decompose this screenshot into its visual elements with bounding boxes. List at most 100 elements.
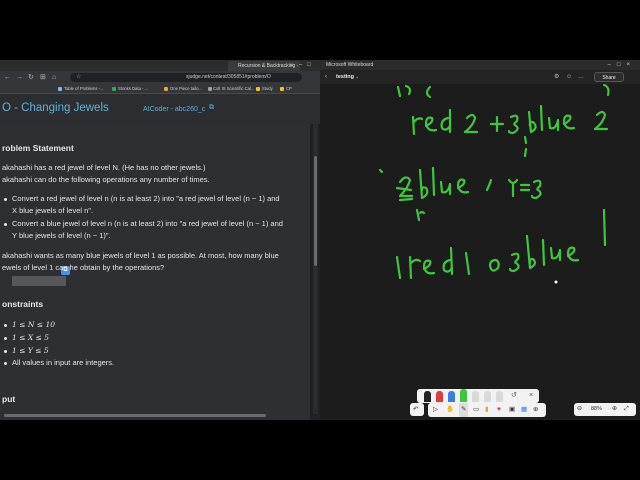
ink-stroke[interactable] [602, 83, 610, 97]
ink-stroke[interactable] [396, 84, 432, 99]
board-name[interactable]: testing [336, 70, 354, 84]
ink-stroke[interactable] [440, 108, 452, 134]
ink-stroke[interactable] [530, 179, 542, 200]
bullet [4, 198, 7, 201]
black-pen-icon[interactable] [424, 391, 431, 402]
ink-stroke[interactable] [549, 246, 562, 262]
ink-stroke[interactable] [422, 259, 436, 275]
zoom-level[interactable]: 88% [591, 403, 602, 416]
image-icon[interactable]: ▣ [509, 403, 515, 417]
goal-line: ewels of level 1 can he obtain by the op… [2, 263, 165, 272]
blue-pen-icon[interactable] [448, 391, 455, 402]
ink-stroke[interactable] [485, 178, 493, 192]
ink-stroke[interactable] [442, 246, 454, 276]
ink-stroke[interactable] [566, 246, 580, 262]
ink-stroke[interactable] [507, 178, 519, 198]
problem-source-link[interactable]: AtCoder - abc260_c [143, 106, 205, 113]
ink-stroke[interactable] [527, 110, 537, 134]
settings-icon[interactable]: ⚙ [554, 70, 559, 84]
user-icon[interactable]: ☺ [566, 70, 572, 84]
scrollbar-thumb[interactable] [314, 156, 317, 266]
bookmark-item[interactable]: Colt IS Scientific Cal... [213, 85, 254, 92]
ink-stroke[interactable] [395, 186, 414, 202]
template-icon[interactable]: ▦ [521, 403, 527, 417]
back-icon[interactable]: ‹ [325, 70, 327, 84]
eraser-icon[interactable] [496, 391, 503, 402]
red-pen-icon[interactable] [436, 391, 443, 402]
ink-stroke[interactable] [602, 208, 607, 247]
undo-icon[interactable]: ↶ [413, 403, 418, 417]
ink-pen-icon[interactable]: ✎ [459, 403, 469, 417]
ink-stroke[interactable] [439, 180, 452, 196]
url-text[interactable]: sjudge.net/contest/305851#problem/O [186, 73, 271, 82]
ink-stroke[interactable] [508, 252, 520, 273]
note-icon[interactable]: ▭ [473, 403, 479, 417]
back-icon[interactable]: ← [4, 71, 11, 84]
ink-stroke[interactable] [378, 168, 384, 174]
app-title: Microsoft Whiteboard [326, 62, 374, 68]
extensions-icon[interactable]: ⊞ [40, 71, 46, 84]
ink-stroke[interactable] [539, 104, 544, 132]
chevron-down-icon[interactable]: ⌄ [355, 70, 359, 84]
whiteboard-window-controls[interactable]: ‒□× [608, 60, 636, 70]
ink-stroke[interactable] [525, 234, 537, 270]
whiteboard-window: Microsoft Whiteboard ‒□× ‹ testing ⌄ ⚙ ☺… [320, 60, 640, 420]
ink-stroke[interactable] [463, 113, 479, 134]
bookmark-item[interactable]: Stonks Data - ... [118, 85, 148, 92]
bookmark-item[interactable]: CP [286, 85, 292, 92]
ink-stroke[interactable] [519, 183, 531, 192]
external-link-icon[interactable]: ⧉ [209, 104, 214, 112]
fit-to-screen-icon[interactable]: ⤢ [624, 403, 629, 416]
constraint-item: 1 ≤ X ≤ 5 [12, 333, 49, 342]
ink-stroke[interactable] [488, 258, 500, 272]
pointer-icon[interactable]: ✋ [446, 403, 454, 417]
pen-icon[interactable] [472, 391, 479, 402]
sticky-note-icon[interactable]: ▮ [485, 403, 489, 417]
zoom-out-icon[interactable]: ⊖ [577, 403, 582, 416]
zoom-in-icon[interactable]: ⊕ [612, 403, 617, 416]
statement-line: akahashi has a red jewel of level N. (He… [2, 163, 206, 172]
forward-icon[interactable]: → [16, 71, 23, 84]
ink-stroke[interactable] [424, 116, 438, 132]
green-pen-icon[interactable] [460, 389, 467, 402]
close-icon[interactable]: × [529, 389, 533, 403]
bookmark-icon [112, 87, 116, 91]
bookmark-item[interactable]: Study [262, 85, 273, 92]
ink-stroke[interactable] [541, 238, 546, 267]
problem-statement-heading: roblem Statement [2, 143, 74, 153]
ink-stroke[interactable] [398, 176, 414, 198]
ink-stroke[interactable] [547, 116, 560, 132]
ink-stroke[interactable] [418, 168, 429, 200]
ink-stroke[interactable] [489, 115, 505, 133]
home-icon[interactable]: ⌂ [52, 71, 56, 84]
ink-stroke[interactable] [523, 135, 528, 158]
lasso-icon[interactable]: ↺ [511, 389, 517, 403]
input-heading: put [2, 394, 16, 404]
operation-1-line: Convert a red jewel of level n (n is at … [12, 194, 280, 203]
ink-stroke[interactable] [408, 255, 422, 280]
ink-stroke[interactable] [395, 255, 402, 280]
ink-stroke[interactable] [593, 110, 609, 131]
more-tools-icon[interactable]: ⊕ [533, 403, 538, 417]
tab-close-icon[interactable]: × [290, 61, 294, 71]
bookmark-item[interactable]: Table of Problems -... [64, 85, 104, 92]
bookmark-star-icon[interactable]: ☆ [76, 73, 81, 82]
reaction-icon[interactable]: ♥ [497, 403, 501, 417]
bookmark-item[interactable]: One Piece tailo... [170, 85, 202, 92]
share-button[interactable]: Share [594, 72, 624, 82]
ink-stroke[interactable] [507, 114, 519, 135]
ink-stroke[interactable] [562, 114, 576, 130]
highlighter-icon[interactable] [484, 391, 491, 402]
bullet [4, 223, 7, 226]
reload-icon[interactable]: ↻ [28, 71, 34, 84]
horizontal-scrollbar[interactable] [4, 414, 266, 417]
ink-stroke[interactable] [456, 178, 470, 194]
more-icon[interactable]: … [578, 70, 584, 84]
ink-stroke[interactable] [411, 115, 424, 136]
ink-stroke[interactable] [464, 251, 471, 276]
browser-window-controls[interactable]: ‒□ [299, 60, 316, 71]
ink-stroke[interactable] [415, 208, 426, 222]
ink-canvas[interactable] [320, 60, 640, 420]
select-icon[interactable]: ▷ [433, 403, 438, 417]
ink-stroke[interactable] [431, 166, 436, 197]
